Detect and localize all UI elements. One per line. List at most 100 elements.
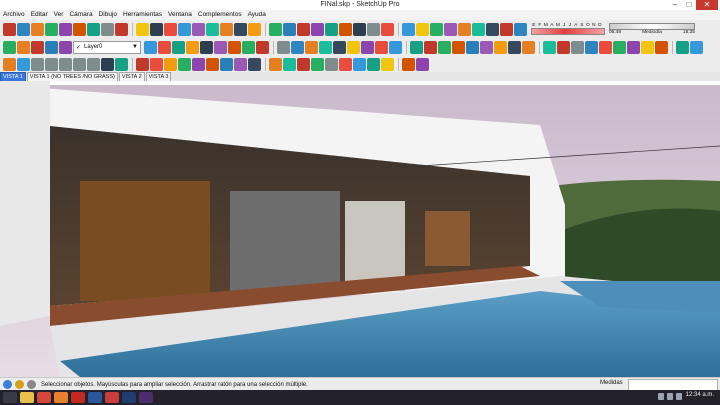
- view-tool-icon[interactable]: [256, 40, 269, 54]
- menu-camara[interactable]: Cámara: [66, 10, 95, 20]
- menu-ayuda[interactable]: Ayuda: [245, 10, 269, 20]
- main-tool-icon[interactable]: [486, 22, 499, 36]
- view-tool-icon[interactable]: [480, 40, 493, 54]
- main-tool-icon[interactable]: [31, 22, 44, 36]
- view-tool-icon[interactable]: [410, 40, 423, 54]
- view-tool-icon[interactable]: [424, 40, 437, 54]
- layer-dropdown[interactable]: ✓ Layer0 ▼: [73, 40, 141, 54]
- extension-tool-icon[interactable]: [87, 57, 100, 71]
- close-button[interactable]: ✕: [696, 0, 718, 10]
- view-tool-icon[interactable]: [438, 40, 451, 54]
- main-tool-icon[interactable]: [402, 22, 415, 36]
- main-tool-icon[interactable]: [17, 22, 30, 36]
- chrome-icon[interactable]: [37, 392, 51, 403]
- extension-tool-icon[interactable]: [297, 57, 310, 71]
- tab-vista-3[interactable]: VISTA 3: [145, 72, 172, 81]
- shadow-time-control[interactable]: 06:48 Mediodía 16:25: [609, 23, 695, 35]
- premiere-icon[interactable]: [139, 392, 153, 403]
- main-tool-icon[interactable]: [458, 22, 471, 36]
- main-tool-icon[interactable]: [115, 22, 128, 36]
- extension-tool-icon[interactable]: [206, 57, 219, 71]
- main-tool-icon[interactable]: [45, 22, 58, 36]
- battery-icon[interactable]: [676, 393, 682, 400]
- view-tool-icon[interactable]: [543, 40, 556, 54]
- extension-tool-icon[interactable]: [178, 57, 191, 71]
- menu-complementos[interactable]: Complementos: [195, 10, 245, 20]
- main-tool-icon[interactable]: [381, 22, 394, 36]
- main-tool-icon[interactable]: [311, 22, 324, 36]
- menu-ventana[interactable]: Ventana: [165, 10, 195, 20]
- tab-vista-1[interactable]: VISTA 1: [0, 72, 26, 81]
- extension-tool-icon[interactable]: [416, 57, 429, 71]
- view-tool-icon[interactable]: [571, 40, 584, 54]
- view-tool-icon[interactable]: [452, 40, 465, 54]
- main-tool-icon[interactable]: [164, 22, 177, 36]
- start-button[interactable]: [3, 392, 17, 403]
- main-tool-icon[interactable]: [500, 22, 513, 36]
- date-slider[interactable]: [531, 28, 605, 35]
- view-tool-icon[interactable]: [333, 40, 346, 54]
- extension-tool-icon[interactable]: [311, 57, 324, 71]
- help-icon[interactable]: [27, 380, 36, 389]
- photoshop-icon[interactable]: [122, 392, 136, 403]
- view-tool-icon[interactable]: [613, 40, 626, 54]
- tab-vista-2[interactable]: VISTA 2: [118, 72, 145, 81]
- main-tool-icon[interactable]: [325, 22, 338, 36]
- main-tool-icon[interactable]: [206, 22, 219, 36]
- view-tool-icon[interactable]: [319, 40, 332, 54]
- view-tool-icon[interactable]: [522, 40, 535, 54]
- extension-tool-icon[interactable]: [45, 57, 58, 71]
- main-tool-icon[interactable]: [87, 22, 100, 36]
- main-tool-icon[interactable]: [73, 22, 86, 36]
- view-tool-icon[interactable]: [508, 40, 521, 54]
- menu-dibujo[interactable]: Dibujo: [96, 10, 120, 20]
- extension-tool-icon[interactable]: [248, 57, 261, 71]
- extension-tool-icon[interactable]: [31, 57, 44, 71]
- extension-tool-icon[interactable]: [220, 57, 233, 71]
- view-tool-icon[interactable]: [228, 40, 241, 54]
- extension-tool-icon[interactable]: [269, 57, 282, 71]
- time-slider[interactable]: [609, 23, 695, 30]
- firefox-icon[interactable]: [54, 392, 68, 403]
- view-tool-icon[interactable]: [690, 40, 703, 54]
- view-tool-icon[interactable]: [557, 40, 570, 54]
- main-tool-icon[interactable]: [248, 22, 261, 36]
- main-tool-icon[interactable]: [3, 22, 16, 36]
- extension-tool-icon[interactable]: [367, 57, 380, 71]
- main-tool-icon[interactable]: [472, 22, 485, 36]
- menu-archivo[interactable]: Archivo: [0, 10, 28, 20]
- view-tool-icon[interactable]: [144, 40, 157, 54]
- view-tool-icon[interactable]: [466, 40, 479, 54]
- extension-tool-icon[interactable]: [325, 57, 338, 71]
- main-tool-icon[interactable]: [136, 22, 149, 36]
- main-tool-icon[interactable]: [101, 22, 114, 36]
- view-tool-icon[interactable]: [627, 40, 640, 54]
- style-tool-icon[interactable]: [59, 40, 72, 54]
- extension-tool-icon[interactable]: [283, 57, 296, 71]
- main-tool-icon[interactable]: [220, 22, 233, 36]
- main-tool-icon[interactable]: [367, 22, 380, 36]
- view-tool-icon[interactable]: [200, 40, 213, 54]
- view-tool-icon[interactable]: [494, 40, 507, 54]
- acrobat-icon[interactable]: [71, 392, 85, 403]
- extension-tool-icon[interactable]: [402, 57, 415, 71]
- main-tool-icon[interactable]: [514, 22, 527, 36]
- menu-ver[interactable]: Ver: [51, 10, 67, 20]
- maximize-button[interactable]: □: [682, 0, 696, 10]
- user-icon[interactable]: [15, 380, 24, 389]
- extension-tool-icon[interactable]: [381, 57, 394, 71]
- view-tool-icon[interactable]: [186, 40, 199, 54]
- main-tool-icon[interactable]: [178, 22, 191, 36]
- main-tool-icon[interactable]: [444, 22, 457, 36]
- style-tool-icon[interactable]: [45, 40, 58, 54]
- menu-herramientas[interactable]: Herramientas: [120, 10, 165, 20]
- main-tool-icon[interactable]: [297, 22, 310, 36]
- view-tool-icon[interactable]: [599, 40, 612, 54]
- style-tool-icon[interactable]: [17, 40, 30, 54]
- view-tool-icon[interactable]: [214, 40, 227, 54]
- extension-tool-icon[interactable]: [59, 57, 72, 71]
- model-viewport[interactable]: [0, 81, 720, 377]
- menu-editar[interactable]: Editar: [28, 10, 51, 20]
- main-tool-icon[interactable]: [416, 22, 429, 36]
- main-tool-icon[interactable]: [353, 22, 366, 36]
